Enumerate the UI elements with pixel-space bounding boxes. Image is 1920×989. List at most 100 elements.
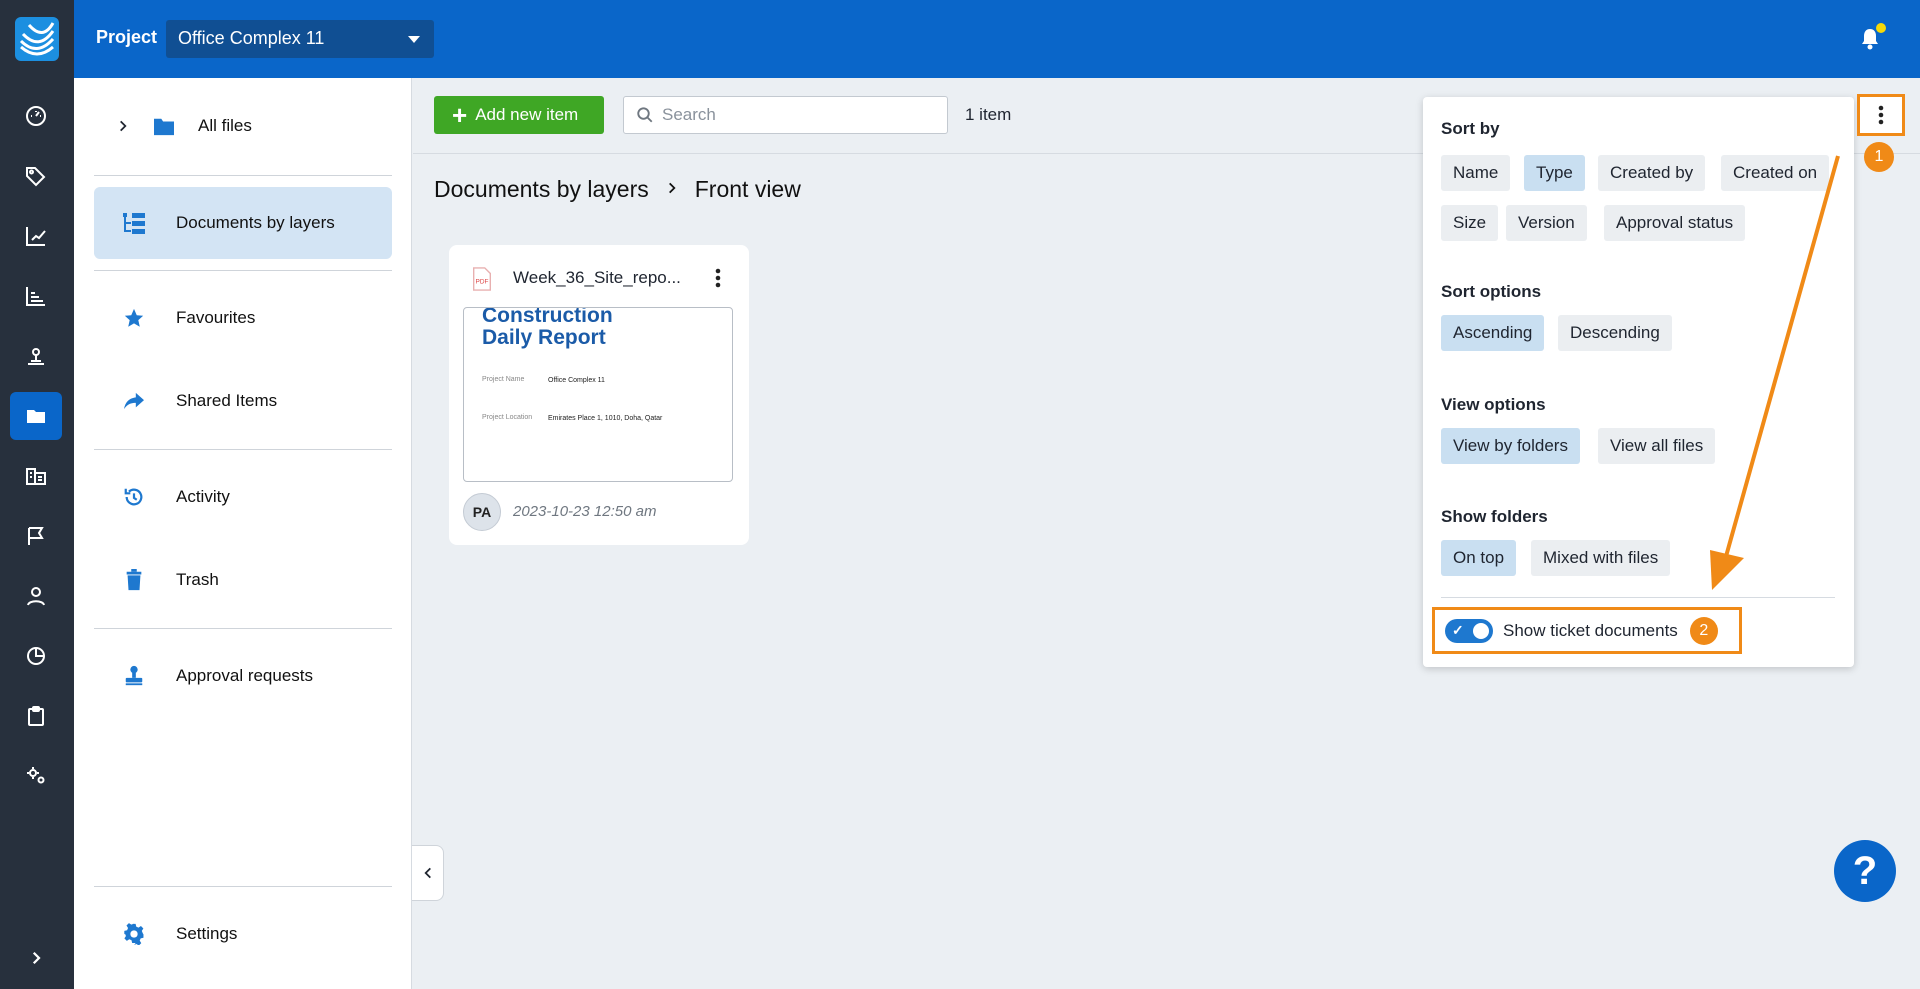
flag-icon[interactable] [10,512,62,560]
history-icon [122,485,146,509]
more-options-button[interactable] [1857,94,1905,136]
edit-chart-icon[interactable] [10,212,62,260]
sidebar-item-trash[interactable]: Trash [94,544,392,616]
thumb-title-line1: Construction [482,307,613,327]
folder-icon[interactable] [10,392,62,440]
project-select-value: Office Complex 11 [178,28,325,48]
more-vertical-icon[interactable] [715,267,721,289]
stamp-icon [122,664,146,688]
svg-text:PDF: PDF [476,279,489,286]
thumb-location-label: Project Location [482,414,533,421]
project-label: Project [96,27,158,47]
thumb-project-name-label: Project Name [482,376,525,383]
thumb-project-name-value: Office Complex 11 [548,377,605,384]
sort-by-name-chip[interactable]: Name [1441,155,1511,191]
trash-icon [122,568,146,592]
check-icon: ✓ [1452,621,1464,638]
view-by-folders-chip[interactable]: View by folders [1441,428,1580,464]
sort-by-size-chip[interactable]: Size [1441,205,1499,241]
sidebar-item-label: Settings [176,924,238,943]
breadcrumb-current: Front view [694,176,801,202]
sidebar-item-shared-items[interactable]: Shared Items [94,365,392,437]
more-vertical-icon [1878,105,1884,125]
sidebar-item-label: Trash [176,570,219,589]
divider [94,886,392,887]
sort-by-version-chip[interactable]: Version [1506,205,1587,241]
folders-mixed-chip[interactable]: Mixed with files [1531,540,1671,576]
annotation-badge-2: 2 [1689,616,1718,645]
collapse-sidebar-button[interactable] [412,845,444,901]
sidebar-item-approval-requests[interactable]: Approval requests [94,640,392,712]
show-ticket-documents-label: Show ticket documents [1503,620,1678,640]
add-new-item-button[interactable]: + Add new item [434,96,604,134]
sidebar-item-all-files[interactable]: All files [94,90,392,162]
pie-chart-icon[interactable] [10,632,62,680]
sidebar-item-label: Activity [176,487,230,506]
divider [94,449,392,450]
file-date: 2023-10-23 12:50 am [513,503,657,520]
gear-icon [122,922,146,946]
chevron-right-icon[interactable] [116,118,130,134]
folder-icon [152,114,176,138]
sort-descending-chip[interactable]: Descending [1558,315,1672,351]
view-all-files-chip[interactable]: View all files [1598,428,1716,464]
left-rail [0,0,74,989]
sidebar-item-documents-by-layers[interactable]: Documents by layers [94,187,392,259]
view-options-heading: View options [1441,395,1546,414]
thumb-title-line2: Daily Report [482,326,606,349]
divider [94,175,392,176]
chevron-right-icon [665,177,679,203]
tag-icon[interactable] [10,152,62,200]
sidebar-item-label: All files [198,116,252,135]
clipboard-icon[interactable] [10,692,62,740]
thumb-location-value: Emirates Place 1, 1010, Doha, Qatar [548,415,663,422]
annotation-badge-1: 1 [1864,142,1894,172]
sort-by-type-chip[interactable]: Type [1524,155,1585,191]
line-chart-icon[interactable] [10,272,62,320]
sort-ascending-chip[interactable]: Ascending [1441,315,1545,351]
breadcrumb-root[interactable]: Documents by layers [434,176,649,203]
dashboard-icon[interactable] [10,92,62,140]
view-options-panel: Sort by Name Type Created by Created on … [1423,97,1854,667]
chevron-left-icon [423,867,431,879]
help-button[interactable]: ? [1834,840,1896,902]
notification-dot [1876,23,1886,33]
sidebar-item-settings[interactable]: Settings [94,898,392,970]
avatar: PA [463,493,501,531]
sort-by-created-on-chip[interactable]: Created on [1721,155,1830,191]
breadcrumb: Documents by layers Front view [434,176,801,203]
user-icon[interactable] [10,572,62,620]
add-new-item-label: Add new item [475,105,579,124]
star-icon [122,306,146,330]
search-input[interactable] [662,105,932,125]
plus-icon: + [452,100,468,130]
file-card[interactable]: PDF Week_36_Site_repo... Construction Da… [449,245,749,545]
settings-gears-icon[interactable] [10,752,62,800]
file-thumbnail[interactable]: Construction Daily Report Project Name O… [463,307,733,482]
app-logo[interactable] [0,0,74,78]
divider [94,270,392,271]
sort-options-heading: Sort options [1441,282,1542,301]
rail-expand-chevron-icon[interactable] [10,934,62,982]
sidebar: All files Documents by layers Favourites… [74,78,412,989]
location-pin-icon[interactable] [10,332,62,380]
show-ticket-documents-toggle[interactable]: ✓ [1445,618,1493,643]
sidebar-item-label: Documents by layers [176,213,335,232]
item-count: 1 item [965,105,1012,124]
sort-by-approval-status-chip[interactable]: Approval status [1604,205,1746,241]
search-box[interactable] [623,96,948,134]
logo-icon [15,17,59,61]
show-folders-heading: Show folders [1441,507,1548,526]
file-name[interactable]: Week_36_Site_repo... [513,268,681,288]
sidebar-item-label: Shared Items [176,391,278,410]
show-ticket-documents-row: ✓ Show ticket documents 2 [1432,607,1742,654]
top-bar: Project Office Complex 11 [74,0,1920,78]
folders-on-top-chip[interactable]: On top [1441,540,1517,576]
sidebar-item-favourites[interactable]: Favourites [94,282,392,354]
project-select[interactable]: Office Complex 11 [166,20,434,58]
sort-by-created-by-chip[interactable]: Created by [1598,155,1706,191]
share-arrow-icon [122,389,146,413]
divider [1441,597,1835,598]
sidebar-item-activity[interactable]: Activity [94,461,392,533]
buildings-icon[interactable] [10,452,62,500]
